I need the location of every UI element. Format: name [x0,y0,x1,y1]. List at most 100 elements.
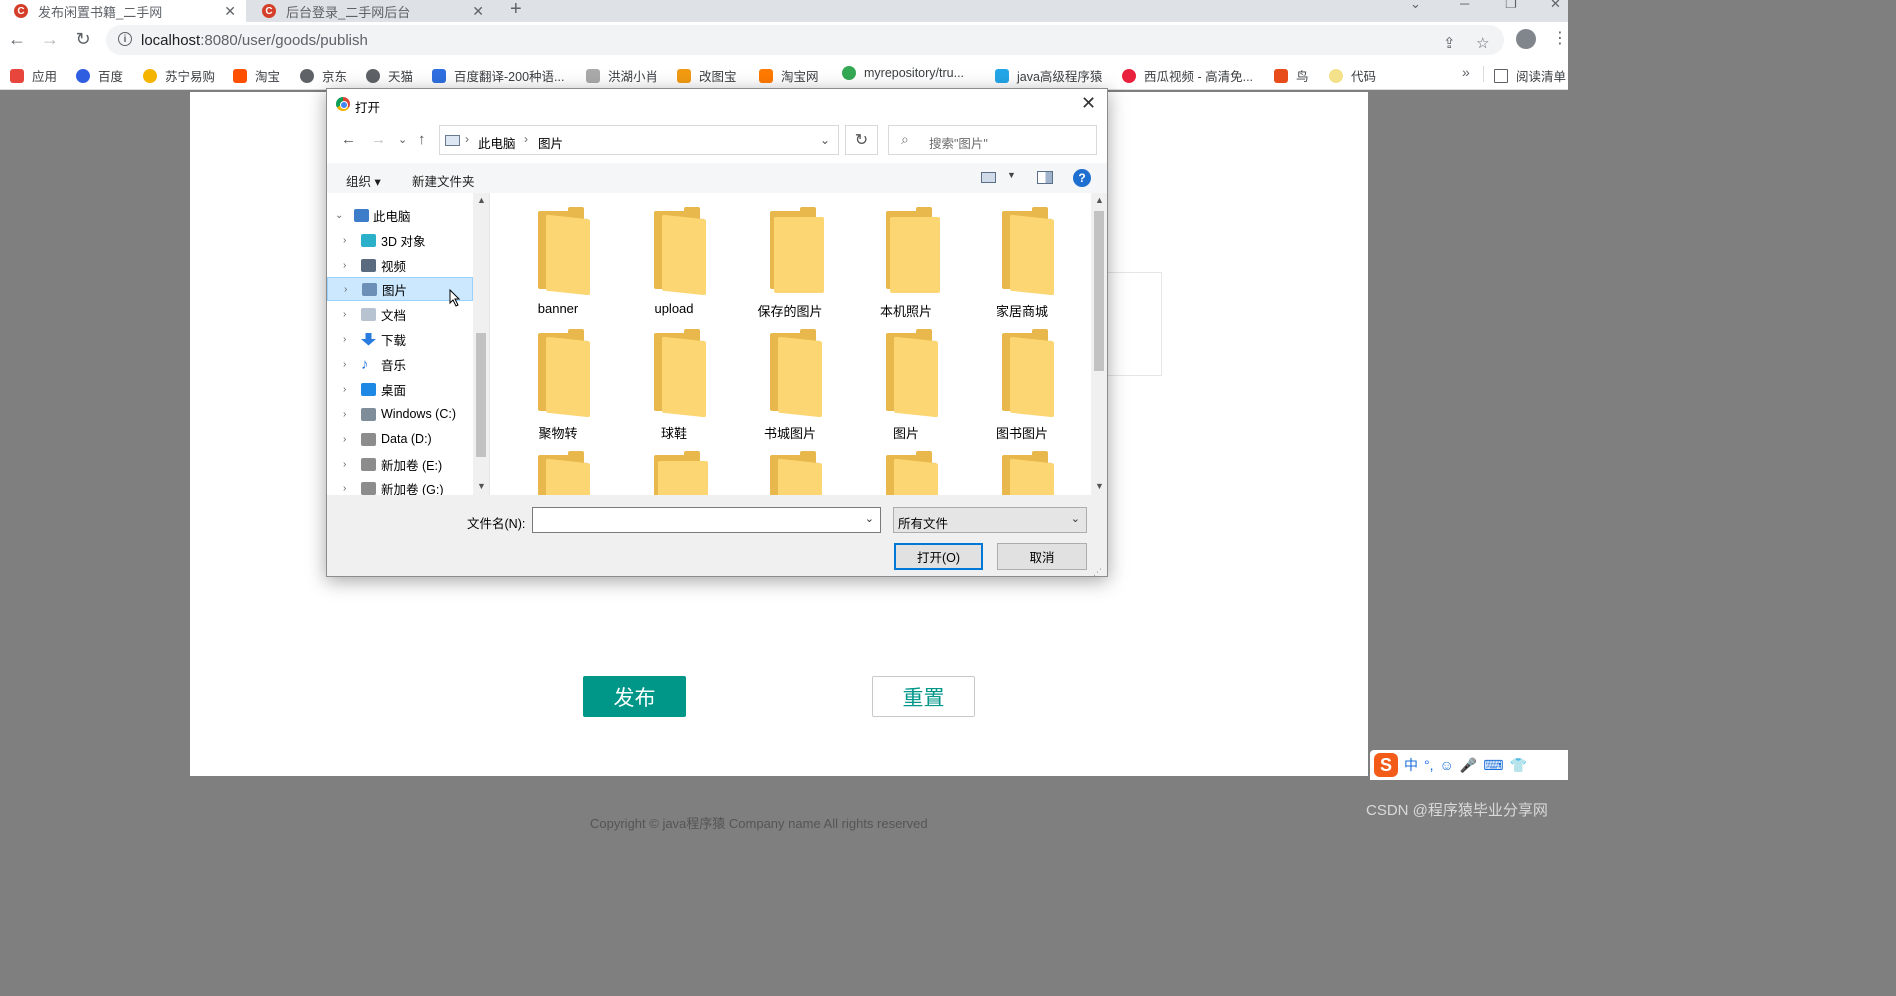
nav-scrollbar[interactable]: ▲ ▼ [473,193,489,495]
close-icon[interactable]: ✕ [1081,93,1096,114]
scroll-down-icon[interactable]: ▼ [1095,481,1104,491]
menu-icon[interactable]: ⋮ [1552,28,1568,48]
view-options-icon[interactable] [981,172,996,183]
chevron-right-icon[interactable]: › [343,409,346,420]
chevron-right-icon[interactable]: › [344,284,347,295]
bookmark-tmall[interactable]: 天猫 [366,66,413,85]
scroll-down-icon[interactable]: ▼ [477,481,486,491]
reset-button[interactable]: 重置 [872,676,975,717]
bookmark-honghu[interactable]: 洪湖小肖 [586,66,658,85]
resize-grip-icon[interactable]: ⋰ [1093,567,1102,578]
tree-item-videos[interactable]: › 视频 [327,253,473,277]
view-dropdown-icon[interactable]: ▼ [1007,170,1016,180]
tree-item-drive-c[interactable]: › Windows (C:) [327,402,473,426]
chevron-down-icon[interactable]: ⌄ [820,133,830,147]
scrollbar-thumb[interactable] [476,333,486,457]
scrollbar-thumb[interactable] [1094,211,1104,371]
tree-item-desktop[interactable]: › 桌面 [327,377,473,401]
filename-input[interactable]: ⌄ [532,507,881,533]
chevron-right-icon[interactable]: › [343,260,346,271]
open-button[interactable]: 打开(O) [894,543,983,570]
bookmark-taobaowang[interactable]: 淘宝网 [759,66,819,85]
tab-publish[interactable]: C 发布闲置书籍_二手网 ✕ [0,0,246,22]
scroll-up-icon[interactable]: ▲ [477,195,486,205]
address-bar[interactable]: i localhost:8080/user/goods/publish ⇪ ☆ [106,25,1504,55]
minimize-icon[interactable]: ─ [1460,0,1469,11]
folder-item[interactable]: banner [508,205,608,323]
ime-skin-icon[interactable]: 👕 [1509,757,1526,774]
share-icon[interactable]: ⇪ [1443,34,1456,52]
cancel-button[interactable]: 取消 [997,543,1087,570]
bookmarks-overflow-button[interactable]: » [1462,64,1470,80]
refresh-button[interactable]: ↻ [845,125,878,155]
close-tab-icon[interactable]: ✕ [472,3,484,20]
chevron-right-icon[interactable]: › [343,434,346,445]
folder-item[interactable]: 聚物转 [508,327,608,445]
folder-item[interactable]: upload [624,205,724,323]
chevron-right-icon[interactable]: › [343,384,346,395]
dialog-titlebar[interactable]: 打开 ✕ [327,89,1107,119]
close-tab-icon[interactable]: ✕ [224,3,236,20]
tree-item-downloads[interactable]: › 下载 [327,327,473,351]
bookmark-baidu[interactable]: 百度 [76,66,123,85]
back-icon[interactable]: ← [6,28,28,50]
bookmark-apps[interactable]: 应用 [10,66,57,85]
folder-item[interactable]: 球鞋 [624,327,724,445]
forward-icon[interactable]: → [371,131,386,148]
site-info-icon[interactable]: i [118,32,132,46]
chevron-right-icon[interactable]: › [343,483,346,494]
folder-item[interactable]: 书城图片 [740,327,840,445]
tree-item-3d-objects[interactable]: › 3D 对象 [327,228,473,252]
bookmark-bird[interactable]: 鸟 [1274,66,1309,85]
help-icon[interactable]: ? [1073,169,1091,187]
bookmark-baidu-translate[interactable]: 百度翻译-200种语... [432,66,564,85]
folder-item[interactable]: 家居商城 [972,205,1072,323]
sogou-logo-icon[interactable]: S [1374,753,1398,777]
profile-avatar[interactable] [1516,29,1536,49]
forward-icon[interactable]: → [39,28,61,50]
chevron-down-icon[interactable]: ⌄ [335,210,343,221]
chevron-right-icon[interactable]: › [343,235,346,246]
tree-item-this-pc[interactable]: ⌄ 此电脑 [327,203,473,227]
breadcrumb-this-pc[interactable]: 此电脑 [478,133,516,152]
path-breadcrumb[interactable]: › 此电脑 › 图片 ⌄ [439,125,839,155]
new-tab-button[interactable]: + [510,0,522,21]
publish-button[interactable]: 发布 [583,676,686,717]
bookmark-myrepository[interactable]: myrepository/tru... [842,66,964,80]
ime-toolbar[interactable]: S 中 °, ☺ 🎤 ⌨ 👕 [1370,750,1568,780]
bookmark-star-icon[interactable]: ☆ [1476,34,1489,52]
restore-icon[interactable]: ❐ [1505,0,1517,12]
ime-punctuation-icon[interactable]: °, [1424,757,1434,773]
chevron-right-icon[interactable]: › [343,309,346,320]
reload-icon[interactable]: ↻ [72,28,94,50]
bookmark-suning[interactable]: 苏宁易购 [143,66,215,85]
ime-emoji-icon[interactable]: ☺ [1440,757,1454,773]
reading-list-button[interactable]: 阅读清单 [1494,66,1566,85]
filetype-select[interactable]: 所有文件 ⌄ [893,507,1087,533]
breadcrumb-pictures[interactable]: 图片 [538,133,563,152]
bookmark-code[interactable]: 代码 [1329,66,1376,85]
tree-item-drive-d[interactable]: › Data (D:) [327,427,473,451]
scroll-up-icon[interactable]: ▲ [1095,195,1104,205]
new-folder-button[interactable]: 新建文件夹 [412,171,475,190]
bookmark-gaitubao[interactable]: 改图宝 [677,66,737,85]
bookmark-java[interactable]: java高级程序猿 [995,66,1102,85]
bookmark-xigua[interactable]: 西瓜视频 - 高清免... [1122,66,1253,85]
tree-item-music[interactable]: › ♪ 音乐 [327,352,473,376]
folder-item[interactable]: 图书图片 [972,327,1072,445]
folder-item[interactable]: 本机照片 [856,205,956,323]
chevron-right-icon[interactable]: › [343,459,346,470]
chevron-down-icon[interactable]: ⌄ [865,512,874,525]
folder-item[interactable]: 图片 [856,327,956,445]
image-upload-area[interactable] [1108,272,1162,376]
chevron-down-icon[interactable]: ⌄ [1410,0,1421,12]
back-icon[interactable]: ← [341,131,356,148]
search-input[interactable]: ⌕ 搜索"图片" [888,125,1097,155]
chevron-right-icon[interactable]: › [343,359,346,370]
chevron-right-icon[interactable]: › [343,334,346,345]
ime-voice-icon[interactable]: 🎤 [1460,757,1477,774]
ime-chinese-toggle[interactable]: 中 [1404,755,1418,775]
recent-locations-icon[interactable]: ⌄ [398,133,407,146]
bookmark-jd[interactable]: 京东 [300,66,347,85]
tree-item-drive-e[interactable]: › 新加卷 (E:) [327,452,473,476]
